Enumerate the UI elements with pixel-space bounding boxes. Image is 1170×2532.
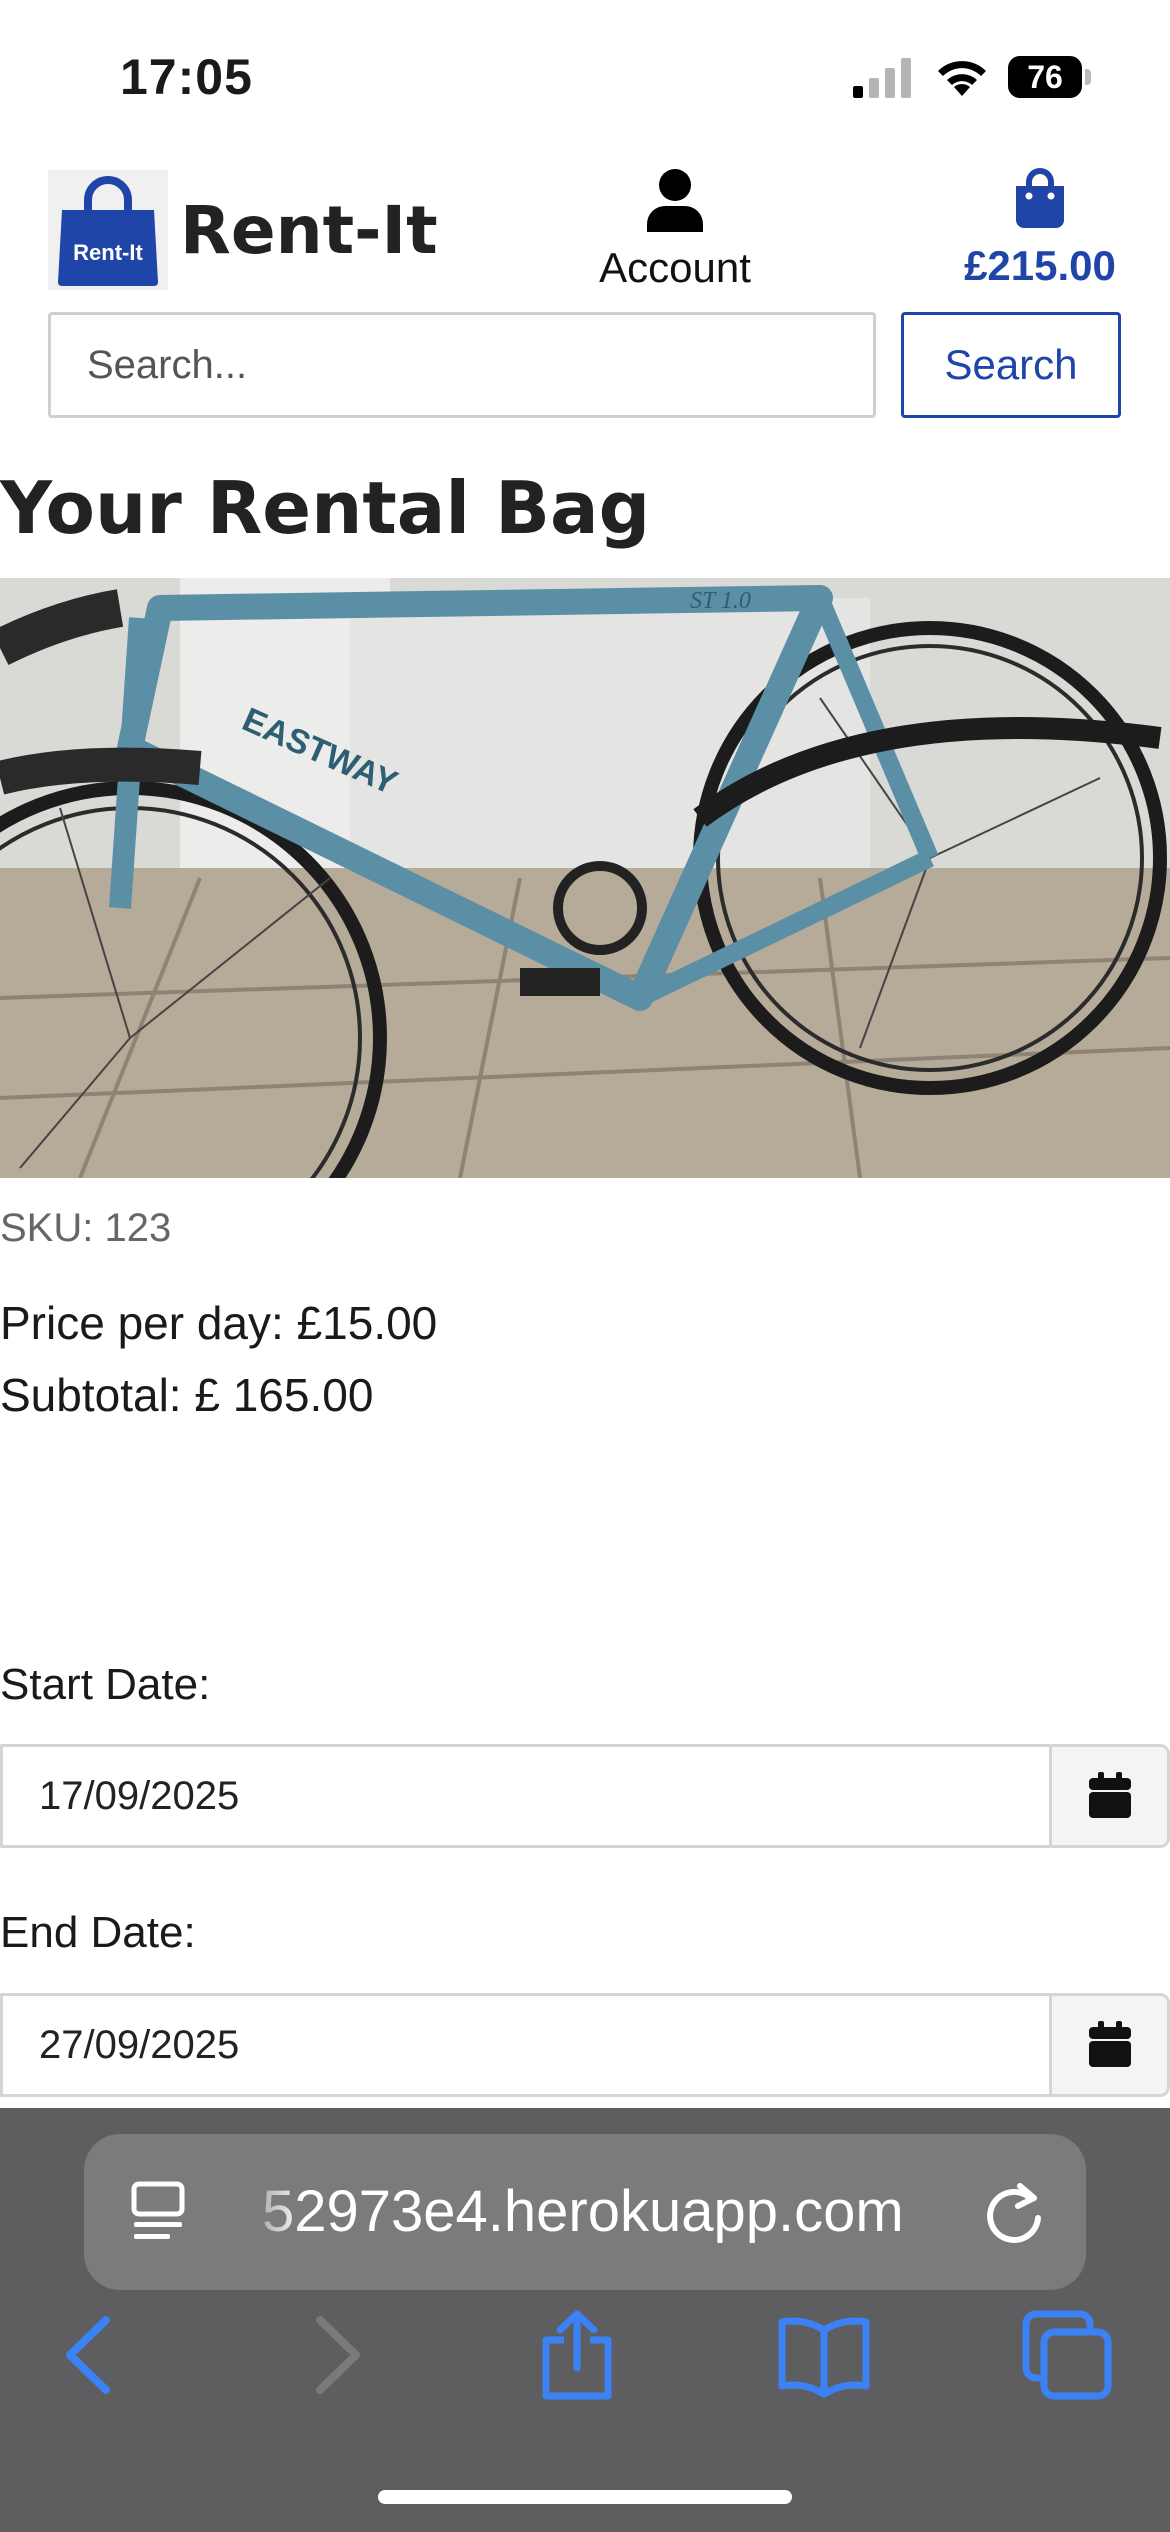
logo-text: Rent-It: [73, 240, 143, 265]
status-time: 17:05: [120, 49, 253, 105]
wifi-icon: [938, 61, 986, 96]
shopping-bag-logo-icon: Rent-It: [58, 176, 158, 286]
url-text: 52973e4.herokuapp.com: [262, 2179, 904, 2244]
page-title: Your Rental Bag: [0, 466, 651, 550]
battery-icon: 76: [1008, 56, 1091, 98]
account-link[interactable]: Account: [580, 168, 770, 298]
brand-logo[interactable]: Rent-It: [48, 170, 168, 290]
forward-icon[interactable]: [314, 2310, 364, 2400]
item-sku: SKU: 123: [0, 1206, 172, 1250]
calendar-icon: [1088, 1771, 1131, 1818]
account-label: Account: [599, 244, 751, 291]
start-date-input[interactable]: [3, 1747, 1053, 1845]
tabs-icon[interactable]: [1022, 2310, 1112, 2400]
end-date-group: [0, 1993, 1170, 2097]
end-date-label: End Date:: [0, 1908, 196, 1957]
search-button[interactable]: Search: [901, 312, 1121, 418]
calendar-icon: [1088, 2020, 1131, 2067]
item-price: Price per day: £15.00: [0, 1297, 438, 1349]
start-date-label: Start Date:: [0, 1660, 211, 1709]
start-date-group: [0, 1744, 1170, 1848]
bag-total: £215.00: [964, 242, 1116, 289]
end-date-input[interactable]: [3, 1996, 1053, 2094]
reload-icon[interactable]: [984, 2180, 1046, 2246]
bookmarks-icon[interactable]: [776, 2310, 872, 2400]
bag-link[interactable]: £215.00: [930, 168, 1150, 298]
user-icon: [647, 169, 703, 232]
start-date-calendar-button[interactable]: [1049, 1747, 1167, 1845]
reader-icon[interactable]: [128, 2178, 194, 2244]
end-date-calendar-button[interactable]: [1049, 1996, 1167, 2094]
battery-level: 76: [1008, 56, 1082, 98]
share-icon[interactable]: [538, 2310, 616, 2400]
item-subtotal: Subtotal: £ 165.00: [0, 1369, 374, 1421]
home-indicator[interactable]: [378, 2490, 792, 2504]
address-bar[interactable]: 52973e4.herokuapp.com: [84, 2134, 1086, 2290]
brand-name[interactable]: Rent-It: [180, 192, 438, 269]
search-input[interactable]: [48, 312, 876, 418]
product-image: EASTWAY ST 1.0: [0, 578, 1170, 1178]
status-bar: 17:05 76: [0, 0, 1170, 150]
tube-text: ST 1.0: [690, 588, 751, 614]
back-icon[interactable]: [62, 2310, 112, 2400]
signal-icon: [853, 58, 911, 98]
shopping-bag-icon: [1016, 168, 1064, 228]
